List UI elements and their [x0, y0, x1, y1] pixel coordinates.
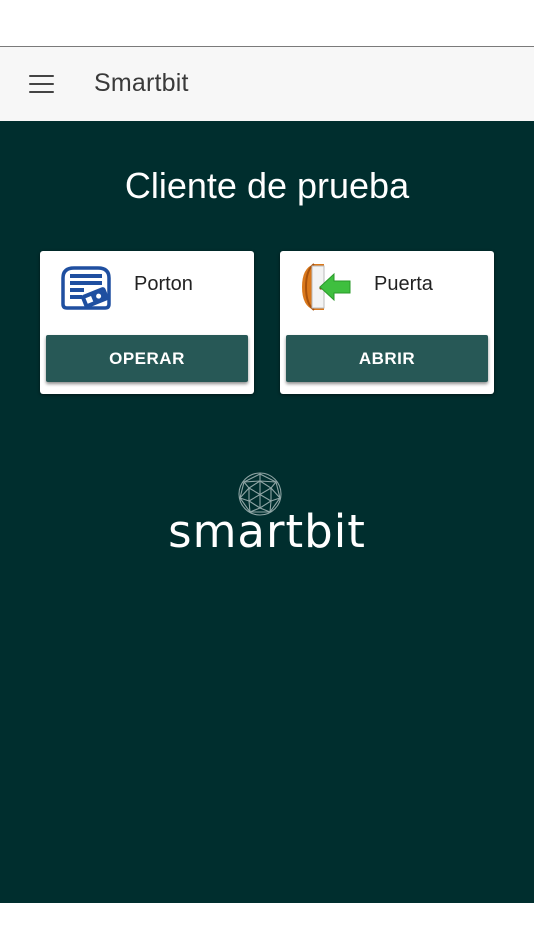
operar-button[interactable]: OPERAR: [46, 335, 248, 382]
client-name-title: Cliente de prueba: [124, 165, 410, 206]
status-bar: [0, 0, 534, 47]
garage-gate-remote-icon: [58, 260, 114, 314]
device-card-porton: Porton OPERAR: [40, 251, 254, 394]
app-bar: Smartbit: [0, 47, 534, 121]
app-title: Smartbit: [94, 69, 189, 97]
device-label-porton: Porton: [134, 273, 193, 295]
device-card-puerta: Puerta ABRIR: [280, 251, 494, 394]
door-enter-arrow-icon: [298, 260, 354, 314]
bottom-bar: [0, 903, 534, 950]
device-label-puerta: Puerta: [374, 273, 433, 295]
abrir-button[interactable]: ABRIR: [286, 335, 488, 382]
hamburger-menu-icon[interactable]: [29, 75, 54, 94]
main-content: Cliente de prueba Porton OPERAR Puerta A…: [0, 121, 534, 903]
brand-wordmark: smartbit: [168, 505, 366, 558]
